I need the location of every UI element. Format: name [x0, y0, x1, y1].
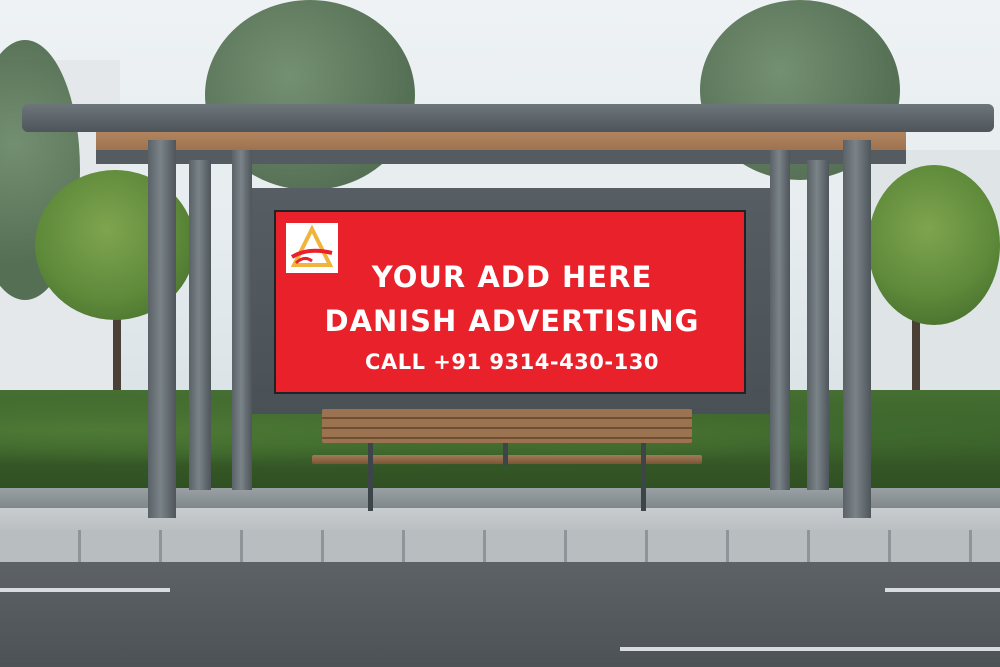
bench-leg [641, 443, 646, 511]
ad-phone-number: CALL +91 9314-430-130 [365, 350, 659, 374]
shelter-post [843, 140, 871, 518]
lane-marking [885, 588, 1000, 592]
shelter-post [807, 160, 829, 490]
shelter-post [189, 160, 211, 490]
bench-leg [368, 443, 373, 511]
lane-marking [0, 588, 170, 592]
road [0, 562, 1000, 667]
bench-leg [503, 443, 508, 465]
lane-marking [620, 647, 1000, 651]
shelter-post [770, 150, 790, 490]
tree-crown-right [868, 165, 1000, 325]
shelter-post [232, 150, 252, 490]
shelter-roof [22, 104, 994, 132]
billboard-ad: YOUR ADD HERE DANISH ADVERTISING CALL +9… [274, 210, 746, 394]
ad-headline: YOUR ADD HERE [371, 260, 653, 294]
sidewalk-curb-stones [0, 530, 1000, 562]
shelter-post [148, 140, 176, 518]
bench-backrest [322, 409, 692, 443]
bus-stop-scene: YOUR ADD HERE DANISH ADVERTISING CALL +9… [0, 0, 1000, 667]
ad-company-name: DANISH ADVERTISING [324, 304, 700, 338]
